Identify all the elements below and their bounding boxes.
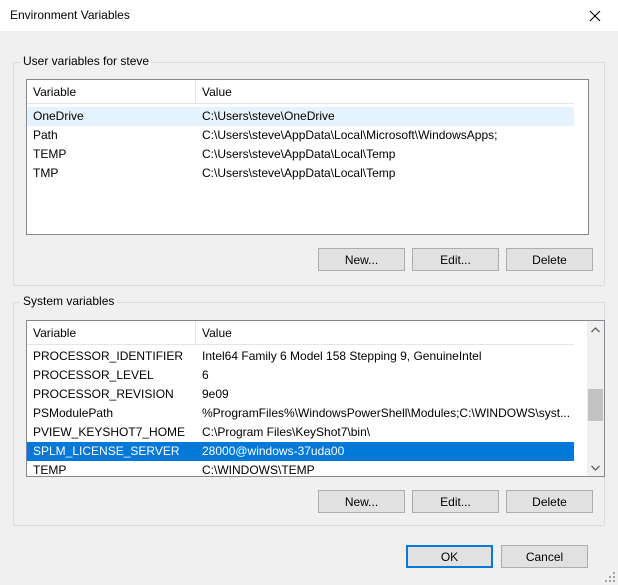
system-new-label: New...: [344, 494, 379, 509]
var-value: %ProgramFiles%\WindowsPowerShell\Modules…: [202, 406, 571, 420]
var-name: PSModulePath: [33, 406, 114, 420]
cancel-button[interactable]: Cancel: [501, 545, 588, 568]
user-new-button[interactable]: New...: [318, 248, 405, 271]
user-var-row[interactable]: Path C:\Users\steve\AppData\Local\Micros…: [27, 126, 574, 145]
var-value: C:\Users\steve\OneDrive: [202, 109, 335, 123]
var-name: PROCESSOR_LEVEL: [33, 368, 154, 382]
user-list-header: Variable Value: [27, 80, 574, 104]
user-delete-button[interactable]: Delete: [506, 248, 593, 271]
title-bar[interactable]: Environment Variables: [0, 0, 618, 31]
var-value: Intel64 Family 6 Model 158 Stepping 9, G…: [202, 349, 482, 363]
user-edit-label: Edit...: [440, 252, 471, 267]
system-var-row-selected[interactable]: SPLM_LICENSE_SERVER 28000@windows-37uda0…: [27, 442, 574, 461]
user-new-label: New...: [344, 252, 379, 267]
user-var-row[interactable]: TMP C:\Users\steve\AppData\Local\Temp: [27, 164, 574, 183]
var-value: 9e09: [202, 387, 229, 401]
chevron-down-icon: [591, 465, 600, 471]
user-variables-group: User variables for steve Variable Value …: [13, 54, 605, 286]
var-name: TEMP: [33, 147, 67, 161]
user-edit-button[interactable]: Edit...: [412, 248, 499, 271]
system-var-row[interactable]: PSModulePath %ProgramFiles%\WindowsPower…: [27, 404, 574, 423]
ok-button[interactable]: OK: [406, 545, 493, 568]
ok-label: OK: [440, 549, 459, 564]
column-header-value[interactable]: Value: [196, 321, 574, 345]
var-name: TEMP: [33, 463, 67, 477]
close-button[interactable]: [572, 0, 618, 31]
user-var-row[interactable]: TEMP C:\Users\steve\AppData\Local\Temp: [27, 145, 574, 164]
system-list-header: Variable Value: [27, 321, 574, 345]
user-variables-list[interactable]: Variable Value OneDrive C:\Users\steve\O…: [26, 79, 589, 235]
system-var-row[interactable]: PVIEW_KEYSHOT7_HOME C:\Program Files\Key…: [27, 423, 574, 442]
var-value: C:\WINDOWS\TEMP: [202, 463, 315, 477]
resize-grip-icon[interactable]: [604, 571, 616, 583]
scroll-up-button[interactable]: [587, 321, 604, 338]
var-value: C:\Users\steve\AppData\Local\Microsoft\W…: [202, 128, 498, 142]
var-name: PVIEW_KEYSHOT7_HOME: [33, 425, 186, 439]
system-variables-list[interactable]: Variable Value PROCESSOR_IDENTIFIER Inte…: [26, 320, 605, 477]
system-variables-legend: System variables: [20, 294, 118, 308]
system-delete-label: Delete: [532, 494, 567, 509]
user-variables-legend: User variables for steve: [20, 54, 153, 68]
system-var-row[interactable]: TEMP C:\WINDOWS\TEMP: [27, 461, 574, 477]
var-name: Path: [33, 128, 58, 142]
system-list-scrollbar[interactable]: [587, 321, 604, 476]
scroll-thumb[interactable]: [588, 389, 603, 421]
system-edit-label: Edit...: [440, 494, 471, 509]
var-name: TMP: [33, 166, 59, 180]
close-icon: [589, 10, 601, 21]
user-delete-label: Delete: [532, 252, 567, 267]
system-var-row[interactable]: PROCESSOR_IDENTIFIER Intel64 Family 6 Mo…: [27, 347, 574, 366]
system-var-row[interactable]: PROCESSOR_REVISION 9e09: [27, 385, 574, 404]
var-value: C:\Program Files\KeyShot7\bin\: [202, 425, 371, 439]
var-name: PROCESSOR_IDENTIFIER: [33, 349, 184, 363]
column-header-variable[interactable]: Variable: [27, 80, 196, 104]
user-var-row[interactable]: OneDrive C:\Users\steve\OneDrive: [27, 107, 574, 126]
var-name: OneDrive: [33, 109, 84, 123]
column-header-value[interactable]: Value: [196, 80, 574, 104]
system-variables-group: System variables Variable Value PROCESSO…: [13, 294, 605, 526]
system-delete-button[interactable]: Delete: [506, 490, 593, 513]
chevron-up-icon: [591, 326, 600, 332]
var-name: PROCESSOR_REVISION: [33, 387, 174, 401]
var-value: C:\Users\steve\AppData\Local\Temp: [202, 147, 396, 161]
var-name: SPLM_LICENSE_SERVER: [33, 444, 180, 458]
var-value: C:\Users\steve\AppData\Local\Temp: [202, 166, 396, 180]
scroll-down-button[interactable]: [587, 459, 604, 476]
cancel-label: Cancel: [525, 549, 564, 564]
column-header-variable[interactable]: Variable: [27, 321, 196, 345]
system-var-row[interactable]: PROCESSOR_LEVEL 6: [27, 366, 574, 385]
system-edit-button[interactable]: Edit...: [412, 490, 499, 513]
system-new-button[interactable]: New...: [318, 490, 405, 513]
var-value: 6: [202, 368, 209, 382]
var-value: 28000@windows-37uda00: [202, 444, 345, 458]
window-title: Environment Variables: [10, 8, 130, 22]
